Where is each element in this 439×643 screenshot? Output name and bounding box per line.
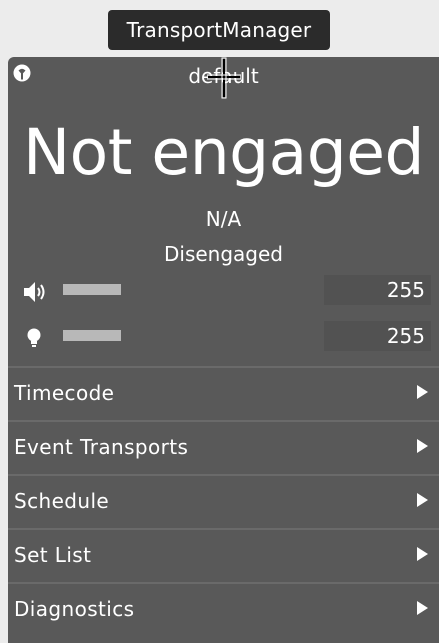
brightness-slider[interactable] [63,330,121,341]
volume-slider-fill [63,284,121,295]
status-detail: Disengaged [163,242,283,266]
menu-item-label: Event Transports [14,435,189,459]
expand-arrow-icon [417,439,428,453]
menu-item-timecode[interactable]: Timecode [8,366,439,420]
speaker-icon [24,282,45,302]
menu-item-schedule[interactable]: Schedule [8,474,439,528]
section-menu: Timecode Event Transports Schedule Set L… [8,366,439,636]
status-value: N/A [205,207,242,231]
volume-row: 255 [8,275,439,305]
menu-item-label: Schedule [14,489,110,513]
menu-item-label: Timecode [14,381,115,405]
expand-arrow-icon [417,547,428,561]
volume-slider[interactable] [63,284,121,295]
menu-item-set-list[interactable]: Set List [8,528,439,582]
expand-arrow-icon [417,385,428,399]
brightness-slider-fill [63,330,121,341]
menu-item-label: Diagnostics [14,597,135,621]
menu-item-event-transports[interactable]: Event Transports [8,420,439,474]
menu-item-label: Set List [14,543,92,567]
crosshair-cursor-icon [207,57,241,99]
transport-manager-tooltip: TransportManager [108,10,330,50]
menu-item-diagnostics[interactable]: Diagnostics [8,582,439,636]
brightness-row: 255 [8,321,439,351]
volume-value[interactable]: 255 [324,275,431,305]
expand-arrow-icon [417,601,428,615]
tooltip-label: TransportManager [126,18,312,42]
engagement-status: Not engaged [23,116,424,189]
expand-arrow-icon [417,493,428,507]
brightness-value[interactable]: 255 [324,321,431,351]
lightbulb-icon [27,328,41,347]
transport-panel: default Not engaged N/A Disengaged 255 2… [8,57,439,643]
